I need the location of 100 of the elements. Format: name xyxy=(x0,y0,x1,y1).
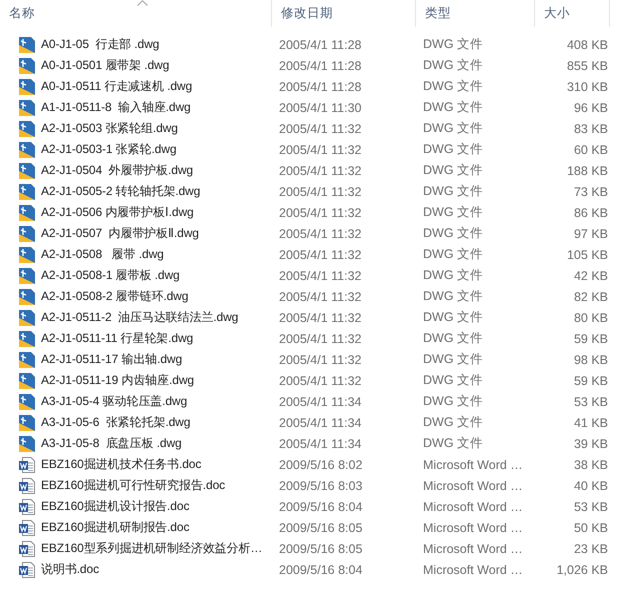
dwg-file-icon xyxy=(19,36,35,52)
modified-date: 2005/4/1 11:32 xyxy=(278,184,362,198)
dwg-file-icon xyxy=(19,120,35,136)
file-size: 188 KB xyxy=(566,164,609,178)
file-name[interactable]: EBZ160型系列掘进机研制经济效益分析… xyxy=(41,540,262,557)
file-size: 408 KB xyxy=(566,38,609,52)
file-type: DWG 文件 xyxy=(422,246,484,263)
modified-date: 2005/4/1 11:32 xyxy=(278,332,362,346)
modified-date: 2005/4/1 11:32 xyxy=(278,206,362,220)
file-name[interactable]: A2-J1-0504 外履带护板.dwg xyxy=(41,162,193,179)
modified-date: 2005/4/1 11:32 xyxy=(278,374,362,388)
dwg-file-icon xyxy=(19,414,35,430)
modified-date: 2005/4/1 11:32 xyxy=(278,226,362,240)
file-type: Microsoft Word … xyxy=(422,458,524,472)
file-name[interactable]: A2-J1-0511-11 行星轮架.dwg xyxy=(41,330,194,347)
file-type: DWG 文件 xyxy=(422,288,484,305)
modified-date: 2009/5/16 8:04 xyxy=(278,500,364,514)
modified-date: 2009/5/16 8:05 xyxy=(278,542,364,556)
dwg-file-icon xyxy=(19,162,35,178)
file-type: DWG 文件 xyxy=(422,372,484,389)
dwg-file-icon xyxy=(19,330,35,346)
dwg-file-icon xyxy=(19,372,35,388)
file-type: DWG 文件 xyxy=(422,183,484,200)
modified-date: 2009/5/16 8:05 xyxy=(278,520,364,534)
file-name[interactable]: A0-J1-05 行走部 .dwg xyxy=(41,36,160,53)
dwg-file-icon xyxy=(19,246,35,262)
dwg-file-icon xyxy=(19,184,35,200)
file-size: 53 KB xyxy=(572,394,609,408)
file-size: 42 KB xyxy=(572,268,609,282)
file-name[interactable]: EBZ160掘进机研制报告.doc xyxy=(41,519,190,536)
modified-date: 2005/4/1 11:32 xyxy=(278,164,362,178)
dwg-file-icon xyxy=(19,288,35,304)
file-size: 96 KB xyxy=(572,100,609,114)
modified-date: 2005/4/1 11:32 xyxy=(278,122,362,136)
file-type: DWG 文件 xyxy=(422,225,484,242)
file-name[interactable]: A3-J1-05-6 张紧轮托架.dwg xyxy=(41,414,190,431)
file-name[interactable]: A2-J1-0511-2 油压马达联结法兰.dwg xyxy=(41,309,238,326)
file-type: Microsoft Word … xyxy=(422,500,524,514)
file-size: 97 KB xyxy=(572,226,609,240)
file-size: 73 KB xyxy=(572,184,609,198)
file-name[interactable]: A2-J1-0505-2 转轮轴托架.dwg xyxy=(41,183,200,200)
file-size: 59 KB xyxy=(572,332,609,346)
file-name[interactable]: A2-J1-0508-1 履带板 .dwg xyxy=(41,267,180,284)
file-name[interactable]: EBZ160掘进机可行性研究报告.doc xyxy=(41,477,226,494)
file-name[interactable]: A2-J1-0503 张紧轮组.dwg xyxy=(41,120,178,137)
file-type: Microsoft Word … xyxy=(422,478,524,492)
modified-date: 2009/5/16 8:04 xyxy=(278,562,364,576)
file-size: 53 KB xyxy=(572,500,609,514)
file-name[interactable]: A2-J1-0508-2 履带链环.dwg xyxy=(41,288,188,305)
file-name[interactable]: A2-J1-0507 内履带护板Ⅱ.dwg xyxy=(41,225,199,242)
file-type: DWG 文件 xyxy=(422,141,484,158)
word-document-icon xyxy=(19,520,35,536)
modified-date: 2005/4/1 11:28 xyxy=(278,80,362,94)
file-name[interactable]: A2-J1-0503-1 张紧轮.dwg xyxy=(41,141,176,158)
column-header[interactable]: 修改日期 xyxy=(272,0,416,27)
file-type: DWG 文件 xyxy=(422,204,484,221)
dwg-file-icon xyxy=(19,436,35,452)
word-document-icon xyxy=(19,478,35,494)
file-type: DWG 文件 xyxy=(422,57,484,74)
column-header[interactable]: 大小 xyxy=(535,0,610,27)
modified-date: 2005/4/1 11:32 xyxy=(278,268,362,282)
file-size: 310 KB xyxy=(566,80,609,94)
file-type: Microsoft Word … xyxy=(422,520,524,534)
file-name[interactable]: A1-J1-0511-8 输入轴座.dwg xyxy=(41,99,191,116)
column-header[interactable]: 类型 xyxy=(416,0,535,27)
file-name[interactable]: A2-J1-0511-19 内齿轴座.dwg xyxy=(41,372,194,389)
file-type: DWG 文件 xyxy=(422,267,484,284)
file-size: 59 KB xyxy=(572,374,609,388)
modified-date: 2009/5/16 8:02 xyxy=(278,458,364,472)
file-name[interactable]: A0-J1-0511 行走减速机 .dwg xyxy=(41,78,192,95)
modified-date: 2005/4/1 11:34 xyxy=(278,416,362,430)
modified-date: 2005/4/1 11:28 xyxy=(278,38,362,52)
file-size: 39 KB xyxy=(572,436,609,450)
file-name[interactable]: A3-J1-05-4 驱动轮压盖.dwg xyxy=(41,393,188,410)
file-name[interactable]: A2-J1-0508 履带 .dwg xyxy=(41,246,164,263)
file-type: DWG 文件 xyxy=(422,414,484,431)
dwg-file-icon xyxy=(19,310,35,326)
file-name[interactable]: A2-J1-0511-17 输出轴.dwg xyxy=(41,351,182,368)
modified-date: 2009/5/16 8:03 xyxy=(278,478,364,492)
file-type: Microsoft Word … xyxy=(422,542,524,556)
file-size: 40 KB xyxy=(572,478,609,492)
file-size: 86 KB xyxy=(572,206,609,220)
file-name[interactable]: A3-J1-05-8 底盘压板 .dwg xyxy=(41,435,182,452)
file-type: DWG 文件 xyxy=(422,120,484,137)
dwg-file-icon xyxy=(19,78,35,94)
modified-date: 2005/4/1 11:32 xyxy=(278,310,362,324)
file-size: 98 KB xyxy=(572,352,609,366)
file-type: DWG 文件 xyxy=(422,435,484,452)
dwg-file-icon xyxy=(19,58,35,74)
column-header[interactable]: 名称 xyxy=(0,0,272,27)
file-name[interactable]: A2-J1-0506 内履带护板Ⅰ.dwg xyxy=(41,204,194,221)
file-name[interactable]: 说明书.doc xyxy=(41,561,99,578)
file-name[interactable]: EBZ160掘进机设计报告.doc xyxy=(41,498,190,515)
file-type: DWG 文件 xyxy=(422,78,484,95)
dwg-file-icon xyxy=(19,100,35,116)
file-type: DWG 文件 xyxy=(422,330,484,347)
file-size: 50 KB xyxy=(572,520,609,534)
file-name[interactable]: EBZ160掘进机技术任务书.doc xyxy=(41,456,202,473)
file-name[interactable]: A0-J1-0501 履带架 .dwg xyxy=(41,57,170,74)
file-size: 82 KB xyxy=(572,290,609,304)
